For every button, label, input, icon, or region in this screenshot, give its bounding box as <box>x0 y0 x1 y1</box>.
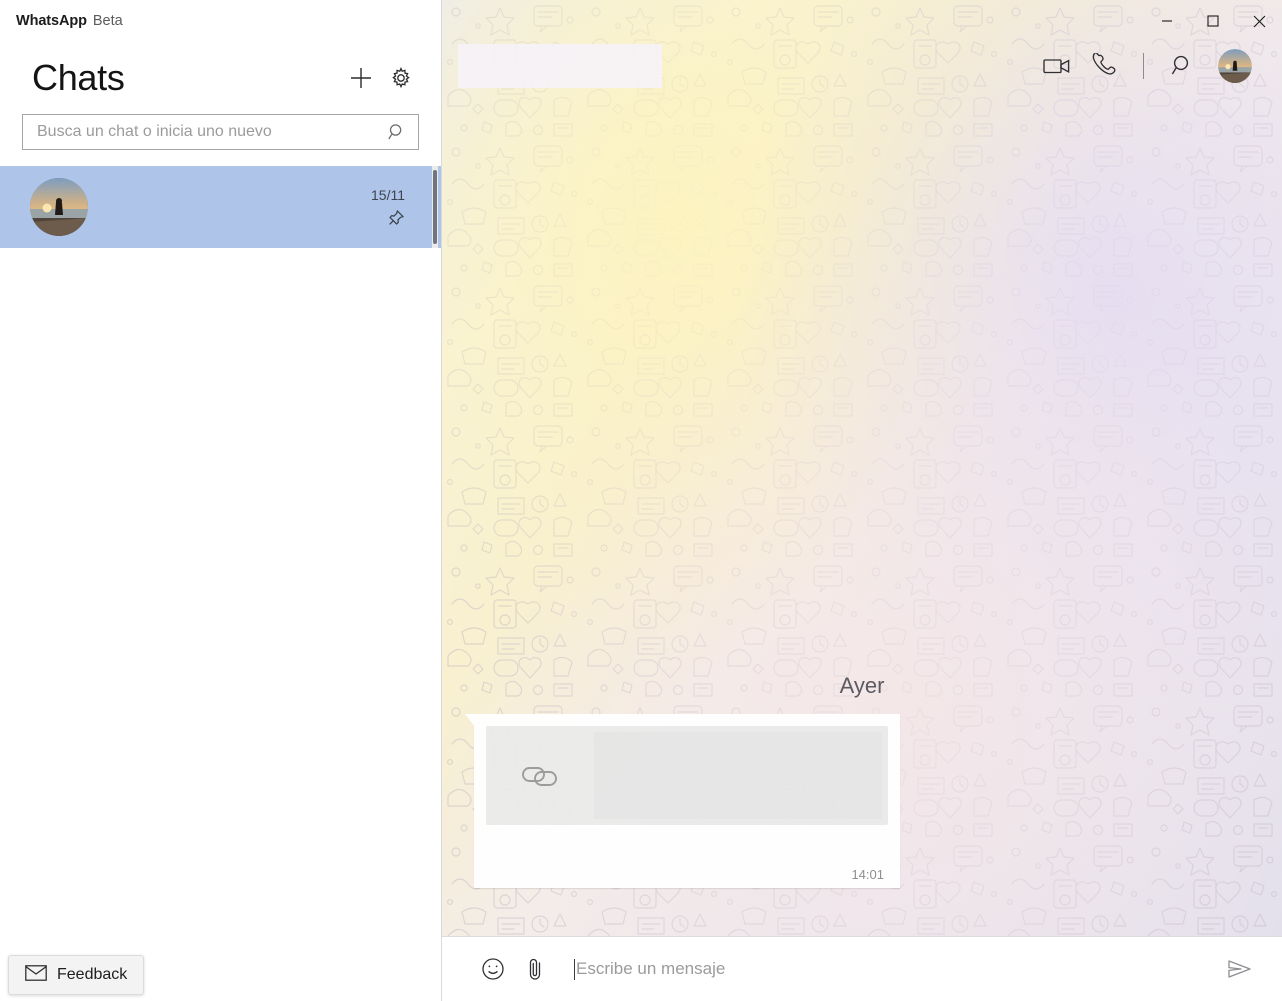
maximize-icon <box>1207 15 1219 27</box>
feedback-button[interactable]: Feedback <box>8 955 145 995</box>
new-chat-button[interactable] <box>341 58 381 98</box>
link-preview-thumbnail <box>486 726 594 825</box>
chat-search-button[interactable] <box>1160 44 1204 88</box>
chat-item-meta: 15/11 <box>371 187 423 227</box>
message-input-wrap[interactable] <box>556 958 1220 980</box>
app-title: WhatsApp <box>16 13 87 29</box>
chat-list-item[interactable]: 15/11 <box>0 166 441 248</box>
search-box[interactable] <box>22 114 419 150</box>
plus-icon <box>351 68 371 88</box>
message-list: Ayer 14:01 <box>442 131 1282 936</box>
chat-header-actions <box>1035 44 1258 88</box>
message-timestamp: 14:01 <box>851 867 884 882</box>
search-container <box>0 114 441 150</box>
link-chain-icon <box>522 766 557 786</box>
gear-icon <box>392 67 410 89</box>
sidebar: WhatsApp Beta Chats Busca un chat o inic… <box>0 0 442 1001</box>
chat-list: 15/11 <box>0 166 441 248</box>
message-row: 14:01 <box>465 714 900 888</box>
voice-call-button[interactable] <box>1083 44 1127 88</box>
chat-contact-name[interactable] <box>458 43 662 88</box>
send-button[interactable] <box>1220 949 1260 989</box>
close-button[interactable] <box>1236 0 1282 42</box>
settings-button[interactable] <box>381 58 421 98</box>
close-icon <box>1253 15 1265 27</box>
search-icon <box>386 121 408 143</box>
chat-item-text <box>88 198 371 216</box>
profile-avatar[interactable] <box>1218 48 1252 83</box>
text-caret <box>574 958 575 980</box>
emoji-smiley-icon <box>482 958 504 980</box>
envelope-icon <box>25 964 47 986</box>
app-beta-badge: Beta <box>92 13 123 29</box>
date-separator: Ayer <box>839 673 885 698</box>
chats-header: Chats <box>0 42 441 114</box>
phone-icon <box>1092 52 1116 75</box>
minimize-icon <box>1162 20 1172 22</box>
message-footer: 14:01 <box>486 825 888 888</box>
attach-button[interactable] <box>514 948 556 990</box>
paperclip-icon <box>529 958 541 980</box>
emoji-button[interactable] <box>472 948 514 990</box>
message-composer <box>442 936 1282 1001</box>
minimize-button[interactable] <box>1144 0 1190 42</box>
window-controls <box>1144 0 1282 42</box>
link-preview-text <box>594 732 882 819</box>
whatsapp-window: WhatsApp Beta Chats Busca un chat o inic… <box>0 0 1282 1001</box>
chat-item-date: 15/11 <box>371 187 405 203</box>
link-preview-card[interactable] <box>486 726 888 825</box>
header-divider <box>1143 52 1144 79</box>
video-call-button[interactable] <box>1035 44 1079 88</box>
page-title: Chats <box>32 57 125 98</box>
pin-icon <box>387 209 405 227</box>
chat-list-scrollbar-thumb[interactable] <box>433 170 437 244</box>
avatar <box>30 178 88 236</box>
search-icon <box>1171 55 1188 75</box>
search-input[interactable] <box>37 123 386 141</box>
app-titlebar: WhatsApp Beta <box>0 0 441 42</box>
maximize-button[interactable] <box>1190 0 1236 42</box>
send-arrow-icon <box>1228 960 1251 978</box>
chat-pane: Ayer 14:01 Escribe un mensaje <box>442 0 1282 1001</box>
feedback-label: Feedback <box>57 966 128 983</box>
video-call-icon <box>1043 58 1070 73</box>
message-bubble[interactable]: 14:01 <box>465 714 900 888</box>
message-input[interactable] <box>576 959 1220 979</box>
